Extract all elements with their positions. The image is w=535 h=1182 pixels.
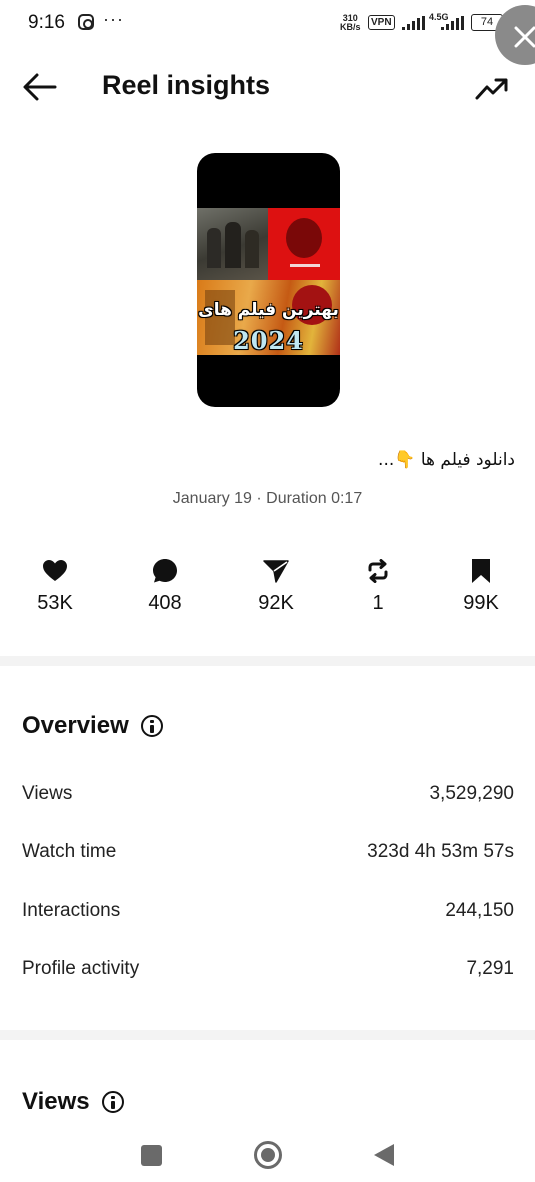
reel-poster-image: بهترین فیلم های 2024 [197,208,340,355]
comments-count: 408 [148,592,182,614]
bookmark-icon [472,559,490,583]
overview-heading: Overview [22,712,163,740]
reel-meta: January 19 · Duration 0:17 [172,490,363,507]
row-label: Watch time [22,841,117,862]
network-speed: 310 KB/s [340,14,361,32]
section-divider [0,656,535,666]
trending-icon[interactable] [474,74,510,102]
signal-icon [402,16,425,30]
comment-icon [153,559,177,583]
instagram-notification-icon [78,14,94,30]
engagement-stats: 53K 408 92K 1 99K [0,556,535,626]
share-icon [263,560,289,583]
reel-insights-screen: 9:16 ··· 310 KB/s VPN 4.5G 74 Reel insig… [0,0,535,1182]
more-notifications-icon: ··· [103,9,124,29]
row-label: Views [22,783,73,804]
heart-icon [43,560,67,581]
row-value: 323d 4h 53m 57s [367,841,514,862]
shares-count: 92K [258,592,294,614]
section-divider [0,1030,535,1040]
poster-year-text: 2024 [233,326,304,355]
repost-icon [368,559,388,583]
system-nav-bar [0,1130,535,1182]
app-header: Reel insights [0,60,535,116]
overview-row-watch-time: Watch time 323d 4h 53m 57s [22,837,514,867]
close-icon [514,26,535,48]
reposts-stat: 1 [338,556,418,615]
info-icon[interactable] [101,1091,124,1113]
overview-row-interactions: Interactions 244,150 [22,896,514,926]
row-value: 3,529,290 [429,783,514,804]
row-value: 7,291 [466,958,514,979]
overview-row-profile-activity: Profile activity 7,291 [22,954,514,984]
poster-tile-gladiator [197,208,268,280]
reel-thumbnail[interactable]: بهترین فیلم های 2024 [197,153,340,407]
shares-stat: 92K [236,556,316,615]
reposts-count: 1 [372,592,384,614]
saves-stat: 99K [441,556,521,615]
reel-caption: دانلود فیلم ها 👇... [378,450,515,470]
row-label: Interactions [22,900,121,921]
recents-icon[interactable] [141,1145,162,1166]
saves-count: 99K [463,592,499,614]
back-triangle-icon[interactable] [374,1144,394,1166]
row-value: 244,150 [445,900,514,921]
poster-tile-alien [268,208,340,280]
views-heading: Views [22,1088,124,1116]
page-title: Reel insights [102,70,271,100]
poster-title-text: بهترین فیلم های [198,300,339,320]
status-bar: 9:16 ··· 310 KB/s VPN 4.5G 74 [0,0,535,50]
status-time: 9:16 [28,12,65,33]
network-speed-unit: KB/s [340,22,361,32]
overview-title: Overview [22,712,129,739]
likes-count: 53K [37,592,73,614]
info-icon[interactable] [140,715,163,737]
comments-stat: 408 [125,556,205,615]
row-label: Profile activity [22,958,140,979]
vpn-badge: VPN [368,15,395,30]
likes-stat: 53K [15,556,95,615]
views-title: Views [22,1088,90,1115]
home-icon[interactable] [254,1141,282,1169]
back-arrow-icon[interactable] [22,72,58,102]
signal-icon-2 [441,16,464,30]
overview-row-views: Views 3,529,290 [22,779,514,809]
